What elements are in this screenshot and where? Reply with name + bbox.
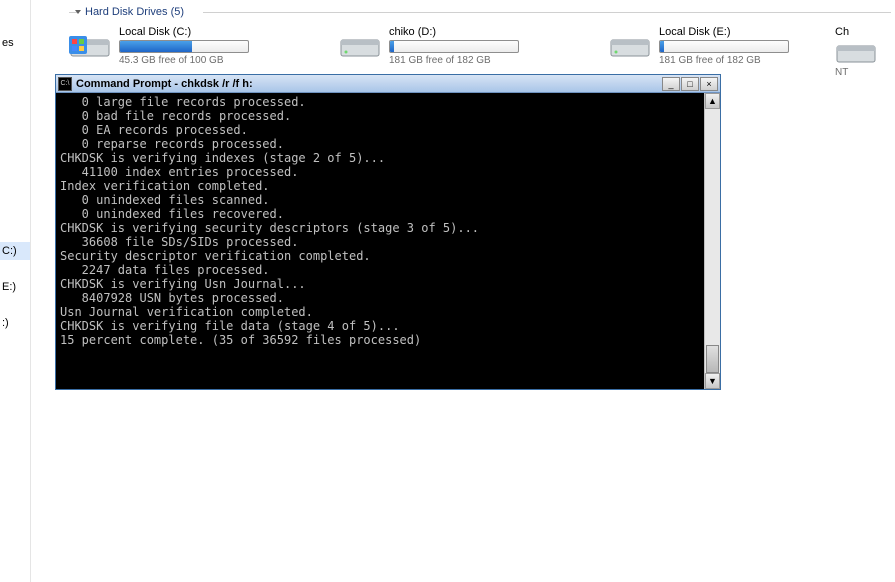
drives-row: Local Disk (C:) 45.3 GB free of 100 GB c… (69, 26, 895, 66)
scrollbar[interactable]: ▲ ▼ (704, 93, 720, 389)
section-header[interactable]: Hard Disk Drives (5) (85, 6, 184, 18)
cmd-icon: C:\ (58, 77, 72, 91)
scroll-thumb[interactable] (706, 345, 719, 373)
drive-usage-bar (659, 40, 789, 53)
scroll-track[interactable] (705, 109, 720, 373)
drive-name: chiko (D:) (389, 26, 549, 38)
section-rule (203, 12, 891, 13)
drive-usage-bar (389, 40, 519, 53)
maximize-button[interactable]: □ (681, 77, 699, 91)
command-prompt-window: C:\ Command Prompt - chkdsk /r /f h: _ □… (55, 74, 721, 390)
drive-free-text: 181 GB free of 182 GB (659, 55, 819, 66)
main-content: Hard Disk Drives (5) Local Disk (C:) (31, 0, 895, 582)
drive-item[interactable]: Local Disk (C:) 45.3 GB free of 100 GB (69, 26, 279, 66)
drive-item[interactable]: Local Disk (E:) 181 GB free of 182 GB (609, 26, 819, 66)
tree-item[interactable]: E:) (0, 278, 30, 296)
drive-name: Local Disk (E:) (659, 26, 819, 38)
tree-item[interactable]: es (0, 34, 30, 52)
drive-free-text: 45.3 GB free of 100 GB (119, 55, 279, 66)
left-tree-panel: es C:) E:) :) (0, 0, 30, 582)
hard-drive-icon (339, 26, 381, 60)
terminal-output: 0 large file records processed. 0 bad fi… (56, 93, 704, 389)
drive-usage-bar (119, 40, 249, 53)
drive-name: Ch (835, 26, 895, 38)
drive-item[interactable]: chiko (D:) 181 GB free of 182 GB (339, 26, 549, 66)
hard-drive-icon (609, 26, 651, 60)
tree-item[interactable]: :) (0, 314, 30, 332)
drive-item-partial[interactable]: Ch NT (835, 26, 895, 78)
scroll-down-icon[interactable]: ▼ (705, 373, 720, 389)
window-titlebar[interactable]: C:\ Command Prompt - chkdsk /r /f h: _ □… (56, 75, 720, 93)
scroll-up-icon[interactable]: ▲ (705, 93, 720, 109)
window-title: Command Prompt - chkdsk /r /f h: (76, 78, 662, 90)
hard-drive-icon (835, 40, 877, 64)
hard-drive-icon (69, 26, 111, 60)
close-button[interactable]: × (700, 77, 718, 91)
drive-free-text: 181 GB free of 182 GB (389, 55, 549, 66)
minimize-button[interactable]: _ (662, 77, 680, 91)
drive-name: Local Disk (C:) (119, 26, 279, 38)
tree-item[interactable]: C:) (0, 242, 30, 260)
drive-sub-text: NT (835, 67, 895, 78)
